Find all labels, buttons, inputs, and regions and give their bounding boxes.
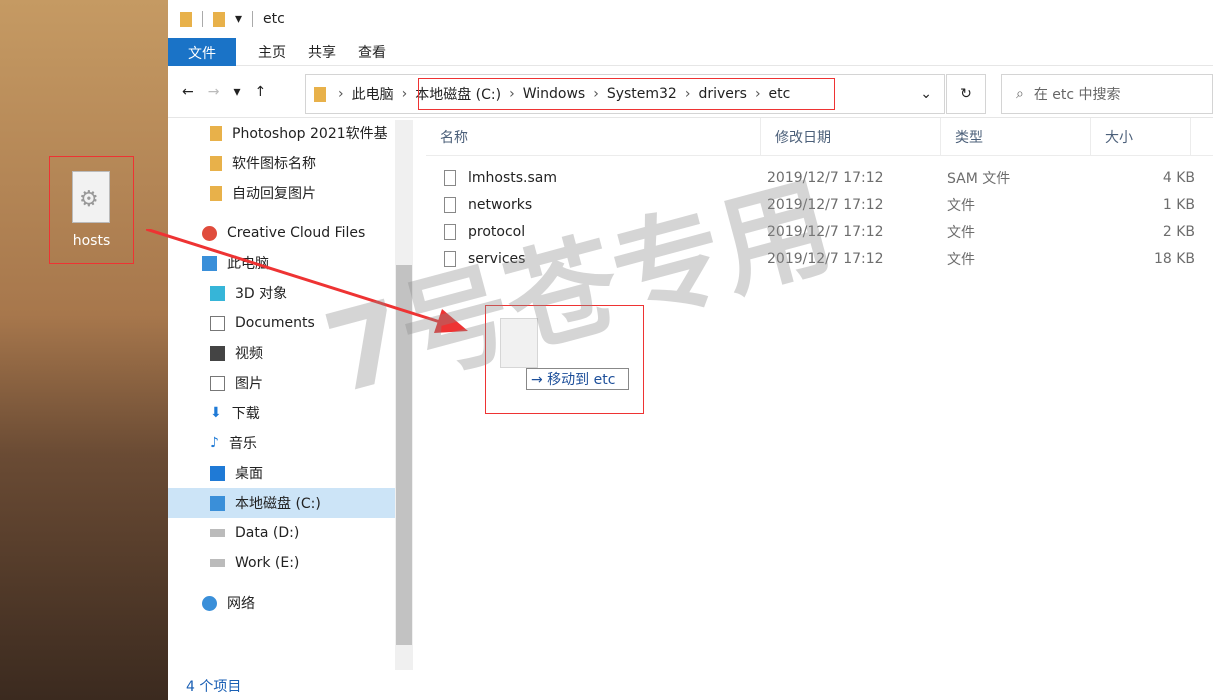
sidebar-item-d[interactable]: Data (D:)	[168, 518, 412, 548]
crumb-system32[interactable]: System32	[607, 86, 677, 102]
address-dropdown-icon[interactable]: ⌄	[920, 86, 932, 102]
search-icon: ⌕	[1016, 86, 1024, 102]
tab-home[interactable]: 主页	[258, 42, 286, 62]
sidebar-item-icons[interactable]: 软件图标名称	[168, 148, 412, 178]
folder-icon	[180, 11, 192, 27]
sidebar-item-desktop[interactable]: 桌面	[168, 458, 412, 488]
desktop-hosts-file[interactable]: ⚙ hosts	[49, 156, 134, 264]
address-folder-icon	[314, 86, 326, 102]
sidebar-item-c[interactable]: 本地磁盘 (C:)	[168, 488, 412, 518]
crumb-drivers[interactable]: drivers	[698, 86, 746, 102]
status-item-count: 4 个项目	[186, 679, 242, 695]
desktop-hosts-label: hosts	[72, 233, 111, 249]
col-type[interactable]: 类型	[941, 117, 1091, 156]
dropdown-icon[interactable]: ▾	[235, 11, 242, 27]
history-chevron-icon[interactable]: ▾	[233, 84, 240, 100]
desktop-background: ⚙ hosts	[0, 0, 168, 700]
sidebar-item-music[interactable]: ♪ 音乐	[168, 428, 412, 458]
refresh-icon: ↻	[960, 86, 972, 102]
forward-icon[interactable]: →	[208, 84, 220, 100]
tab-share[interactable]: 共享	[308, 42, 336, 62]
explorer-window: ▾ etc 文件 主页 共享 查看 ← → ▾ ↑ › 此电脑 › 本地磁盘 (C…	[168, 0, 1213, 700]
crumb-windows[interactable]: Windows	[523, 86, 586, 102]
column-headers: 名称 修改日期 类型 大小	[426, 117, 1213, 156]
crumb-this-pc[interactable]: 此电脑	[352, 84, 394, 104]
sidebar-item-autoreply[interactable]: 自动回复图片	[168, 178, 412, 208]
search-placeholder: 在 etc 中搜索	[1033, 87, 1121, 103]
file-row[interactable]: lmhosts.sam 2019/12/7 17:12 SAM 文件 4 KB	[426, 164, 1213, 191]
sidebar-item-network[interactable]: 网络	[168, 588, 412, 618]
ribbon: 文件 主页 共享 查看	[168, 37, 1213, 66]
quick-access-folder-icon[interactable]	[213, 11, 225, 27]
refresh-button[interactable]: ↻	[946, 74, 986, 114]
col-name[interactable]: 名称	[426, 117, 761, 156]
address-bar[interactable]: › 此电脑 › 本地磁盘 (C:) › Windows › System32 › dri…	[305, 74, 945, 114]
col-size[interactable]: 大小	[1091, 117, 1191, 156]
back-icon[interactable]: ←	[182, 84, 194, 100]
tab-view[interactable]: 查看	[358, 42, 386, 62]
title-bar: ▾ etc	[168, 0, 1213, 38]
crumb-etc[interactable]: etc	[769, 86, 791, 102]
tab-file[interactable]: 文件	[168, 37, 236, 66]
file-gear-icon: ⚙	[72, 171, 110, 223]
window-title: etc	[263, 11, 285, 27]
search-input[interactable]: ⌕ 在 etc 中搜索	[1001, 74, 1213, 114]
up-icon[interactable]: ↑	[255, 84, 267, 100]
sidebar-item-e[interactable]: Work (E:)	[168, 548, 412, 578]
crumb-c[interactable]: 本地磁盘 (C:)	[415, 84, 501, 104]
sidebar-item-photoshop[interactable]: Photoshop 2021软件基	[168, 118, 412, 148]
